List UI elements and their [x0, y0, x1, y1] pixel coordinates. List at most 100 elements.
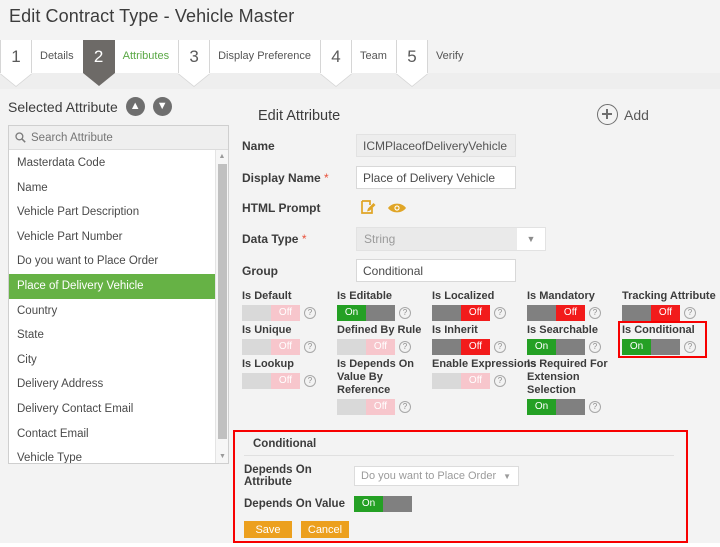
chevron-down-icon: ▼: [517, 228, 545, 250]
list-item[interactable]: Do you want to Place Order: [9, 249, 228, 274]
list-item[interactable]: Vehicle Part Description: [9, 200, 228, 225]
wizard-step-badge[interactable]: 2: [83, 40, 115, 73]
wizard-step-1[interactable]: 1Details: [0, 40, 83, 73]
list-item[interactable]: Country: [9, 299, 228, 324]
wizard-step-3[interactable]: 3Display Preference: [178, 40, 320, 73]
wizard-step-4[interactable]: 4Team: [320, 40, 396, 73]
toggle-segment: On: [527, 399, 556, 415]
question-mark-icon[interactable]: ?: [304, 307, 316, 319]
wizard-step-badge[interactable]: 1: [0, 40, 32, 73]
page-title: Edit Contract Type - Vehicle Master: [9, 6, 294, 27]
field-group-row: Group: [242, 259, 516, 282]
wizard-step-5[interactable]: 5Verify: [396, 40, 473, 73]
flag-label: Is Inherit: [432, 324, 527, 337]
search-input[interactable]: [31, 132, 222, 144]
group-input[interactable]: [356, 259, 516, 282]
list-item[interactable]: Delivery Address: [9, 372, 228, 397]
selected-attribute-header: Selected Attribute ▲ ▼: [8, 97, 172, 116]
flag-toggle[interactable]: Off: [527, 305, 585, 321]
wizard-step-label[interactable]: Team: [352, 40, 396, 73]
flag-toggle[interactable]: Off: [432, 373, 490, 389]
question-mark-icon[interactable]: ?: [589, 341, 601, 353]
flag-control-row: Off?: [432, 305, 527, 321]
wizard-step-label[interactable]: Attributes: [115, 40, 178, 73]
flag-control-row: On?: [337, 305, 432, 321]
toggle-segment: On: [337, 305, 366, 321]
toggle-segment: Off: [271, 339, 300, 355]
depends-on-value-row: Depends On Value On: [235, 496, 686, 512]
depends-on-attribute-select[interactable]: Do you want to Place Order ▼: [354, 466, 519, 486]
list-item[interactable]: Delivery Contact Email: [9, 397, 228, 422]
list-item[interactable]: Vehicle Part Number: [9, 225, 228, 250]
question-mark-icon[interactable]: ?: [494, 375, 506, 387]
question-mark-icon[interactable]: ?: [684, 341, 696, 353]
flag-toggle[interactable]: Off: [622, 305, 680, 321]
arrow-up-icon[interactable]: ▲: [126, 97, 145, 116]
wizard-step-label[interactable]: Verify: [428, 40, 473, 73]
list-item[interactable]: Name: [9, 176, 228, 201]
list-item[interactable]: Contact Email: [9, 422, 228, 447]
flag-toggle[interactable]: Off: [242, 305, 300, 321]
list-item[interactable]: Place of Delivery Vehicle: [9, 274, 228, 299]
question-mark-icon[interactable]: ?: [399, 401, 411, 413]
flag-toggle[interactable]: Off: [242, 373, 300, 389]
wizard-step-badge[interactable]: 3: [178, 40, 210, 73]
question-mark-icon[interactable]: ?: [494, 307, 506, 319]
flag-toggle[interactable]: Off: [432, 339, 490, 355]
flag-control-row: Off?: [337, 399, 432, 415]
list-item[interactable]: City: [9, 348, 228, 373]
question-mark-icon[interactable]: ?: [589, 307, 601, 319]
wizard-step-label[interactable]: Display Preference: [210, 40, 320, 73]
depends-on-value-toggle[interactable]: On: [354, 496, 412, 512]
list-item[interactable]: Masterdata Code: [9, 151, 228, 176]
scroll-down-icon[interactable]: ▼: [216, 450, 228, 463]
toggle-segment: [432, 339, 461, 355]
flag-toggle[interactable]: On: [337, 305, 395, 321]
save-button[interactable]: Save: [244, 521, 292, 538]
question-mark-icon[interactable]: ?: [304, 341, 316, 353]
question-mark-icon[interactable]: ?: [589, 401, 601, 413]
data-type-select[interactable]: String ▼: [356, 227, 546, 251]
eye-icon[interactable]: [387, 201, 407, 215]
question-mark-icon[interactable]: ?: [399, 307, 411, 319]
edit-document-icon[interactable]: [360, 199, 377, 216]
arrow-down-icon[interactable]: ▼: [153, 97, 172, 116]
toggle-segment: On: [622, 339, 651, 355]
selected-attribute-title: Selected Attribute: [8, 99, 118, 115]
attribute-list[interactable]: ▲ ▼ Masterdata CodeNameVehicle Part Desc…: [9, 150, 228, 463]
add-attribute-button[interactable]: Add: [597, 104, 649, 125]
attribute-list-scrollbar[interactable]: ▲ ▼: [215, 150, 228, 463]
search-attribute-row[interactable]: [9, 126, 228, 150]
scrollbar-thumb[interactable]: [218, 164, 227, 439]
flag-toggle[interactable]: On: [527, 399, 585, 415]
name-input[interactable]: [356, 134, 516, 157]
wizard-step-label[interactable]: Details: [32, 40, 83, 73]
question-mark-icon[interactable]: ?: [684, 307, 696, 319]
list-item[interactable]: Vehicle Type: [9, 446, 228, 463]
flag-toggle[interactable]: Off: [242, 339, 300, 355]
wizard-step-badge[interactable]: 4: [320, 40, 352, 73]
flag-toggle[interactable]: Off: [432, 305, 490, 321]
toggle-segment: Off: [556, 305, 585, 321]
wizard-step-2[interactable]: 2Attributes: [83, 40, 178, 73]
wizard-step-badge[interactable]: 5: [396, 40, 428, 73]
flag-label: Tracking Attribute: [622, 290, 717, 303]
flag-toggle[interactable]: On: [622, 339, 680, 355]
flag-toggle[interactable]: On: [527, 339, 585, 355]
data-type-label-text: Data Type: [242, 232, 298, 246]
display-name-input[interactable]: [356, 166, 516, 189]
flag-cell: Is Inherit Off?: [432, 324, 527, 355]
flag-label: Is Unique: [242, 324, 337, 337]
plus-circle-icon: [597, 104, 618, 125]
question-mark-icon[interactable]: ?: [399, 341, 411, 353]
list-item[interactable]: State: [9, 323, 228, 348]
toggle-segment: [556, 339, 585, 355]
question-mark-icon[interactable]: ?: [304, 375, 316, 387]
flag-cell: Enable ExpressionsOff?: [432, 358, 527, 415]
flag-toggle[interactable]: Off: [337, 339, 395, 355]
scroll-up-icon[interactable]: ▲: [216, 150, 228, 163]
flag-toggle[interactable]: Off: [337, 399, 395, 415]
question-mark-icon[interactable]: ?: [494, 341, 506, 353]
cancel-button[interactable]: Cancel: [301, 521, 349, 538]
flag-cell: Is LookupOff?: [242, 358, 337, 415]
